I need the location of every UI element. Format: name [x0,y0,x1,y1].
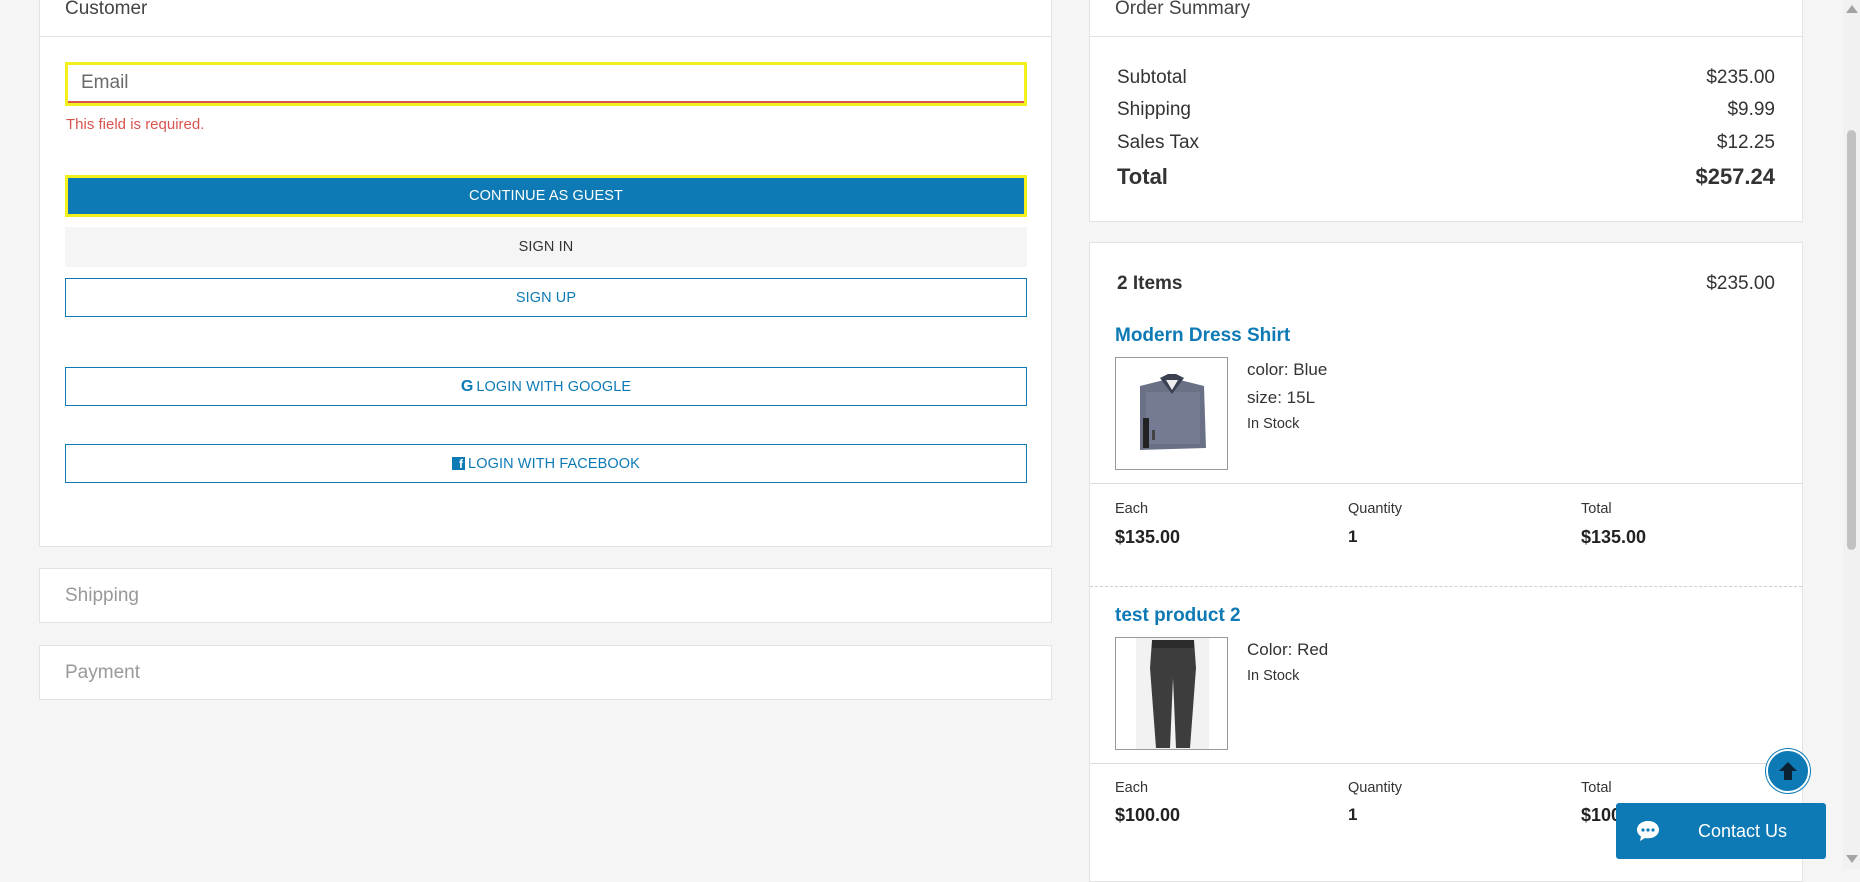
sign-in-label: SIGN IN [518,239,574,255]
total-value: $257.24 [1695,164,1775,189]
stock-status: In Stock [1247,416,1300,432]
quantity-label: Quantity [1348,780,1402,796]
product-image-pants[interactable] [1115,637,1228,750]
item-divider [1090,483,1802,484]
order-summary-heading: Order Summary [1090,0,1802,37]
stock-status: In Stock [1247,668,1300,684]
login-with-facebook-button[interactable]: f LOGIN WITH FACEBOOK [65,444,1027,483]
sales-tax-value: $12.25 [1716,132,1775,153]
email-error-message: This field is required. [66,116,205,133]
sales-tax-label: Sales Tax [1117,132,1200,153]
shipping-label: Shipping [1117,99,1191,120]
sign-up-label: SIGN UP [515,289,577,306]
scroll-up-arrow-icon[interactable] [1846,5,1858,13]
each-price: $135.00 [1115,527,1181,547]
product-link-test-product-2[interactable]: test product 2 [1115,605,1241,627]
cart-items-header: 2 Items $235.00 [1117,273,1775,295]
sign-in-button[interactable]: SIGN IN [65,227,1027,267]
each-label: Each [1115,780,1149,796]
scroll-to-top-button[interactable] [1766,749,1810,793]
quantity-value: 1 [1348,805,1358,824]
customer-heading: Customer [40,0,1051,37]
login-with-google-label: LOGIN WITH GOOGLE [476,378,632,395]
email-field-wrapper [65,62,1027,106]
shipping-section-title: Shipping [65,585,139,606]
product-option-color: color: Blue [1247,360,1328,379]
continue-as-guest-label: CONTINUE AS GUEST [469,188,623,204]
shipping-section[interactable]: Shipping [39,568,1052,623]
quantity-label: Quantity [1348,501,1402,517]
line-total-value: $135.00 [1581,527,1647,547]
login-with-facebook-label: LOGIN WITH FACEBOOK [468,455,640,472]
quantity-value: 1 [1348,527,1358,546]
payment-section-title: Payment [65,662,140,683]
item-divider [1090,763,1802,764]
arrow-up-icon [1779,762,1797,780]
line-total-label: Total [1581,780,1612,796]
subtotal-label: Subtotal [1117,67,1187,88]
product-option-size: size: 15L [1247,388,1316,407]
login-with-google-button[interactable]: G LOGIN WITH GOOGLE [65,367,1027,406]
total-row: Total $257.24 [1117,164,1775,190]
product-image-dress-shirt[interactable] [1115,357,1228,470]
item-count: 2 Items [1117,273,1183,294]
page-scrollbar[interactable] [1843,0,1860,869]
continue-as-guest-button[interactable]: CONTINUE AS GUEST [65,175,1027,217]
sales-tax-row: Sales Tax $12.25 [1117,132,1775,154]
each-label: Each [1115,501,1149,517]
chat-icon [1637,821,1659,841]
order-summary-panel: Order Summary Subtotal $235.00 Shipping … [1089,0,1803,222]
customer-panel: Customer This field is required. CONTINU… [39,0,1052,547]
item-separator [1090,586,1802,587]
cart-items-panel: 2 Items $235.00 Modern Dress Shirt color… [1089,242,1803,882]
subtotal-value: $235.00 [1706,67,1775,88]
contact-us-label: Contact Us [1698,820,1788,841]
product-link-modern-dress-shirt[interactable]: Modern Dress Shirt [1115,325,1290,347]
contact-us-button[interactable]: Contact Us [1616,803,1826,859]
facebook-icon: f [452,457,466,471]
subtotal-row: Subtotal $235.00 [1117,67,1775,89]
shipping-row: Shipping $9.99 [1117,99,1775,121]
product-option-color: Color: Red [1247,640,1329,659]
google-icon: G [460,377,474,395]
shipping-value: $9.99 [1727,99,1775,120]
line-total-label: Total [1581,501,1612,517]
cart-amount: $235.00 [1706,273,1775,294]
email-input[interactable] [68,65,1024,103]
total-label: Total [1117,164,1168,189]
payment-section[interactable]: Payment [39,645,1052,700]
sign-up-button[interactable]: SIGN UP [65,278,1027,317]
scroll-down-arrow-icon[interactable] [1846,855,1858,863]
scrollbar-thumb[interactable] [1847,130,1856,550]
each-price: $100.00 [1115,805,1181,825]
